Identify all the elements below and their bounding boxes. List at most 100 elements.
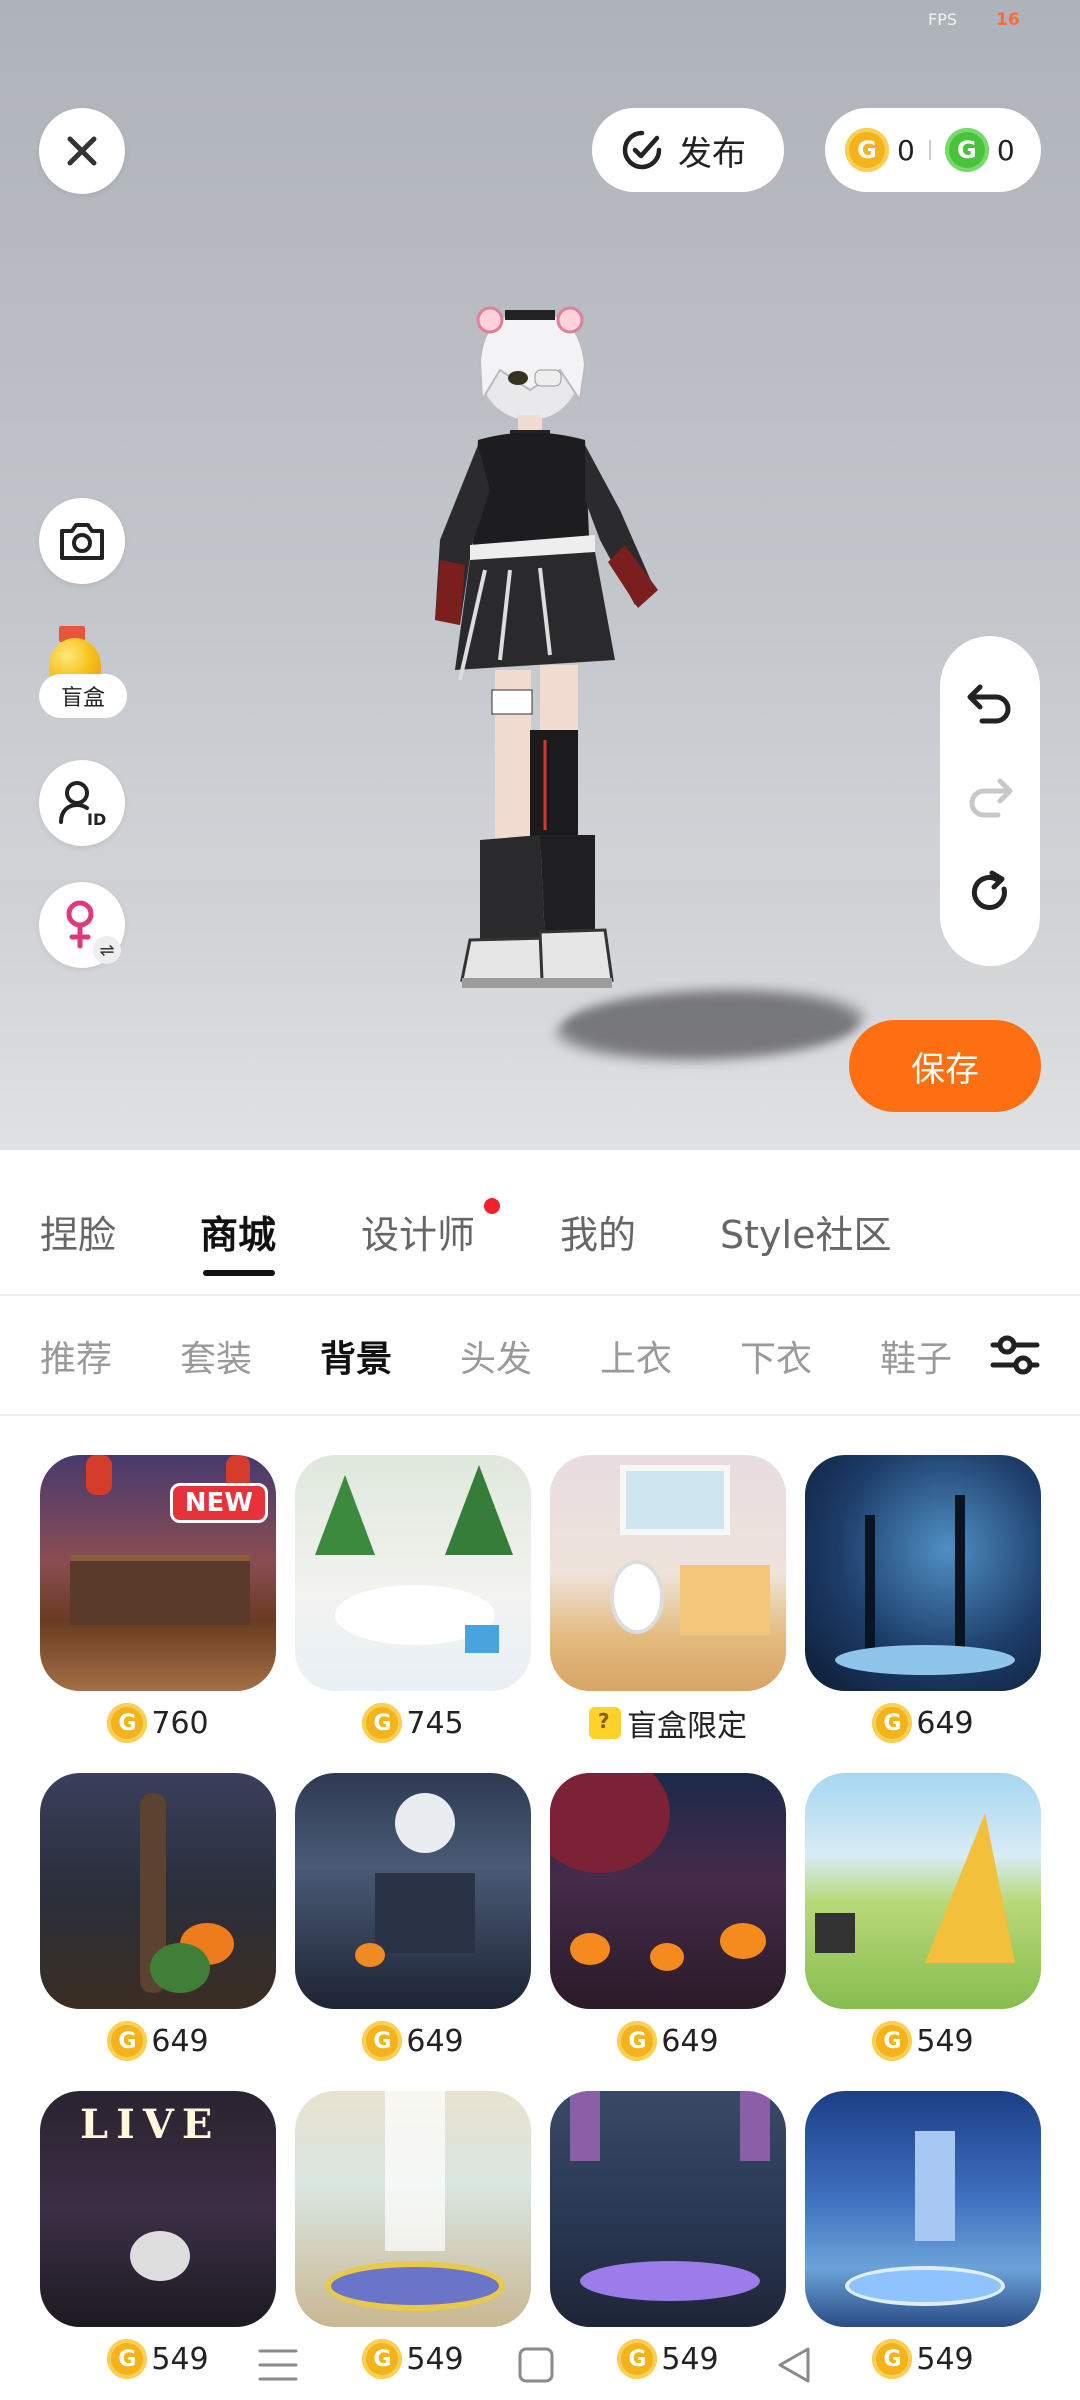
window-decoration bbox=[620, 1465, 730, 1535]
item-thumbnail bbox=[295, 1455, 531, 1691]
filter-sliders-icon bbox=[990, 1335, 1040, 1375]
category-shoes[interactable]: 鞋子 bbox=[880, 1330, 952, 1382]
pond-decoration bbox=[835, 1645, 1015, 1675]
category-bottom[interactable]: 下衣 bbox=[740, 1330, 812, 1382]
price-value: 549 bbox=[916, 2341, 974, 2377]
green-coin-icon: G bbox=[944, 128, 989, 172]
price-value: 549 bbox=[661, 2341, 719, 2377]
close-icon bbox=[67, 136, 97, 166]
svg-text:ID: ID bbox=[87, 810, 106, 828]
item-card[interactable]: G 649 bbox=[550, 1773, 786, 2073]
item-price: G 649 bbox=[40, 2019, 276, 2063]
item-price: G 760 bbox=[40, 1701, 276, 1745]
item-card[interactable]: G 649 bbox=[40, 1773, 276, 2073]
filter-button[interactable] bbox=[980, 1320, 1050, 1390]
item-price: G 549 bbox=[805, 2337, 1041, 2381]
tab-mine[interactable]: 我的 bbox=[560, 1204, 636, 1259]
wallet-divider bbox=[928, 140, 931, 160]
price-value: 549 bbox=[406, 2341, 464, 2377]
category-recommended[interactable]: 推荐 bbox=[40, 1330, 112, 1382]
item-thumbnail bbox=[550, 1455, 786, 1691]
tab-style-community[interactable]: Style社区 bbox=[720, 1204, 891, 1259]
item-card[interactable]: G 549 bbox=[295, 2091, 531, 2391]
castle-decoration bbox=[915, 2131, 955, 2241]
redo-icon bbox=[969, 778, 1013, 818]
tree-canopy-decoration bbox=[550, 1773, 670, 1873]
bridge-decoration bbox=[70, 1555, 250, 1625]
gold-coin-icon: G bbox=[872, 2339, 913, 2379]
item-thumbnail bbox=[805, 2091, 1041, 2327]
item-card[interactable]: 盲盒限定 bbox=[550, 1455, 786, 1755]
category-outfit-set[interactable]: 套装 bbox=[180, 1330, 252, 1382]
history-controls bbox=[940, 636, 1040, 966]
crystal-floor-decoration bbox=[580, 2261, 760, 2301]
tab-face[interactable]: 捏脸 bbox=[40, 1204, 116, 1259]
house-decoration bbox=[375, 1873, 475, 1953]
item-card[interactable]: G 549 bbox=[805, 2091, 1041, 2391]
close-button[interactable] bbox=[39, 108, 125, 194]
christmas-tree-decoration bbox=[445, 1465, 513, 1555]
moon-decoration bbox=[395, 1793, 455, 1853]
gender-switch-button[interactable]: ⇌ bbox=[39, 882, 125, 968]
tab-designer[interactable]: 设计师 bbox=[361, 1204, 475, 1259]
drum-kit-decoration bbox=[130, 2231, 190, 2281]
blind-box-label: 盲盒 bbox=[39, 674, 127, 718]
banner-decoration bbox=[570, 2091, 600, 2161]
save-button[interactable]: 保存 bbox=[849, 1020, 1041, 1112]
magic-circle-decoration bbox=[845, 2266, 1005, 2306]
user-id-button[interactable]: ID bbox=[39, 760, 125, 846]
avatar-character[interactable] bbox=[400, 290, 700, 1090]
item-thumbnail bbox=[805, 1455, 1041, 1691]
price-value: 649 bbox=[151, 2023, 209, 2059]
speaker-decoration bbox=[815, 1913, 855, 1953]
item-card[interactable]: LIVE G 549 bbox=[40, 2091, 276, 2391]
price-value: 盲盒限定 bbox=[627, 1709, 747, 1744]
category-top[interactable]: 上衣 bbox=[600, 1330, 672, 1382]
tree-silhouette-decoration bbox=[865, 1515, 875, 1665]
tab-shop[interactable]: 商城 bbox=[200, 1204, 276, 1259]
item-card[interactable]: G 549 bbox=[805, 1773, 1041, 2073]
pumpkin-decoration bbox=[650, 1943, 684, 1971]
switch-arrows-icon: ⇌ bbox=[93, 936, 121, 964]
item-card[interactable]: G 745 bbox=[295, 1455, 531, 1755]
gold-coin-icon: G bbox=[107, 2339, 148, 2379]
kitchen-decoration bbox=[680, 1565, 770, 1635]
pumpkin-decoration bbox=[720, 1923, 766, 1959]
currency-wallet[interactable]: G 0 G 0 bbox=[825, 108, 1041, 192]
item-card[interactable]: G 549 bbox=[550, 2091, 786, 2391]
blind-box-button[interactable]: 盲盒 bbox=[39, 612, 127, 718]
gold-coin-icon: G bbox=[362, 2339, 403, 2379]
gift-decoration bbox=[465, 1625, 499, 1653]
category-hair[interactable]: 头发 bbox=[460, 1330, 532, 1382]
item-card[interactable]: G 649 bbox=[805, 1455, 1041, 1755]
main-tab-bar: 捏脸 商城 设计师 我的 Style社区 bbox=[0, 1150, 1080, 1296]
undo-icon bbox=[967, 684, 1011, 724]
price-value: 760 bbox=[151, 1705, 209, 1741]
category-background[interactable]: 背景 bbox=[320, 1330, 392, 1382]
camera-icon bbox=[60, 523, 104, 560]
gold-coin-icon: G bbox=[872, 2021, 913, 2061]
banner-decoration bbox=[740, 2091, 770, 2161]
fps-value: 16 bbox=[996, 10, 1020, 30]
tent-decoration bbox=[925, 1813, 1015, 1963]
price-value: 745 bbox=[406, 1705, 464, 1741]
egg-chair-decoration bbox=[610, 1560, 664, 1634]
redo-button[interactable] bbox=[966, 775, 1014, 823]
price-value: 649 bbox=[661, 2023, 719, 2059]
christmas-tree-decoration bbox=[315, 1475, 375, 1555]
gold-coin-icon: G bbox=[617, 2339, 658, 2379]
item-price: G 649 bbox=[550, 2019, 786, 2063]
reset-button[interactable] bbox=[966, 869, 1014, 921]
gold-coin-icon: G bbox=[362, 2021, 403, 2061]
publish-button[interactable]: 发布 bbox=[592, 108, 784, 192]
price-value: 549 bbox=[151, 2341, 209, 2377]
item-card[interactable]: NEW G 760 bbox=[40, 1455, 276, 1755]
undo-button[interactable] bbox=[966, 681, 1014, 729]
avatar-stage[interactable]: FPS 16 发布 G 0 G 0 盲盒 ID ⇌ 保存 bbox=[0, 0, 1080, 1150]
item-card[interactable]: G 649 bbox=[295, 1773, 531, 2073]
gold-coin-icon: G bbox=[617, 2021, 658, 2061]
active-tab-indicator bbox=[203, 1270, 275, 1276]
gold-coin-icon: G bbox=[845, 128, 889, 172]
camera-button[interactable] bbox=[39, 498, 125, 584]
item-thumbnail bbox=[550, 1773, 786, 2009]
